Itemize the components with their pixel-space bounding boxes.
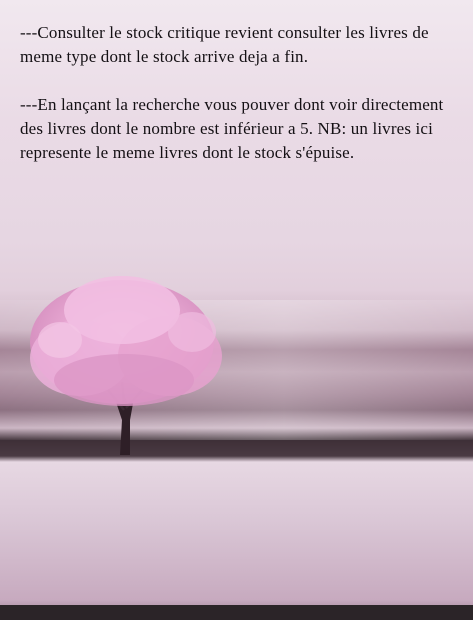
paragraph-recherche: ---En lançant la recherche vous pouver d…	[20, 95, 444, 162]
bottom-bar	[0, 605, 473, 620]
pink-blossom-tree-icon	[30, 276, 222, 455]
description-text: ---Consulter le stock critique revient c…	[20, 21, 460, 165]
paragraph-stock-critique: ---Consulter le stock critique revient c…	[20, 23, 429, 66]
